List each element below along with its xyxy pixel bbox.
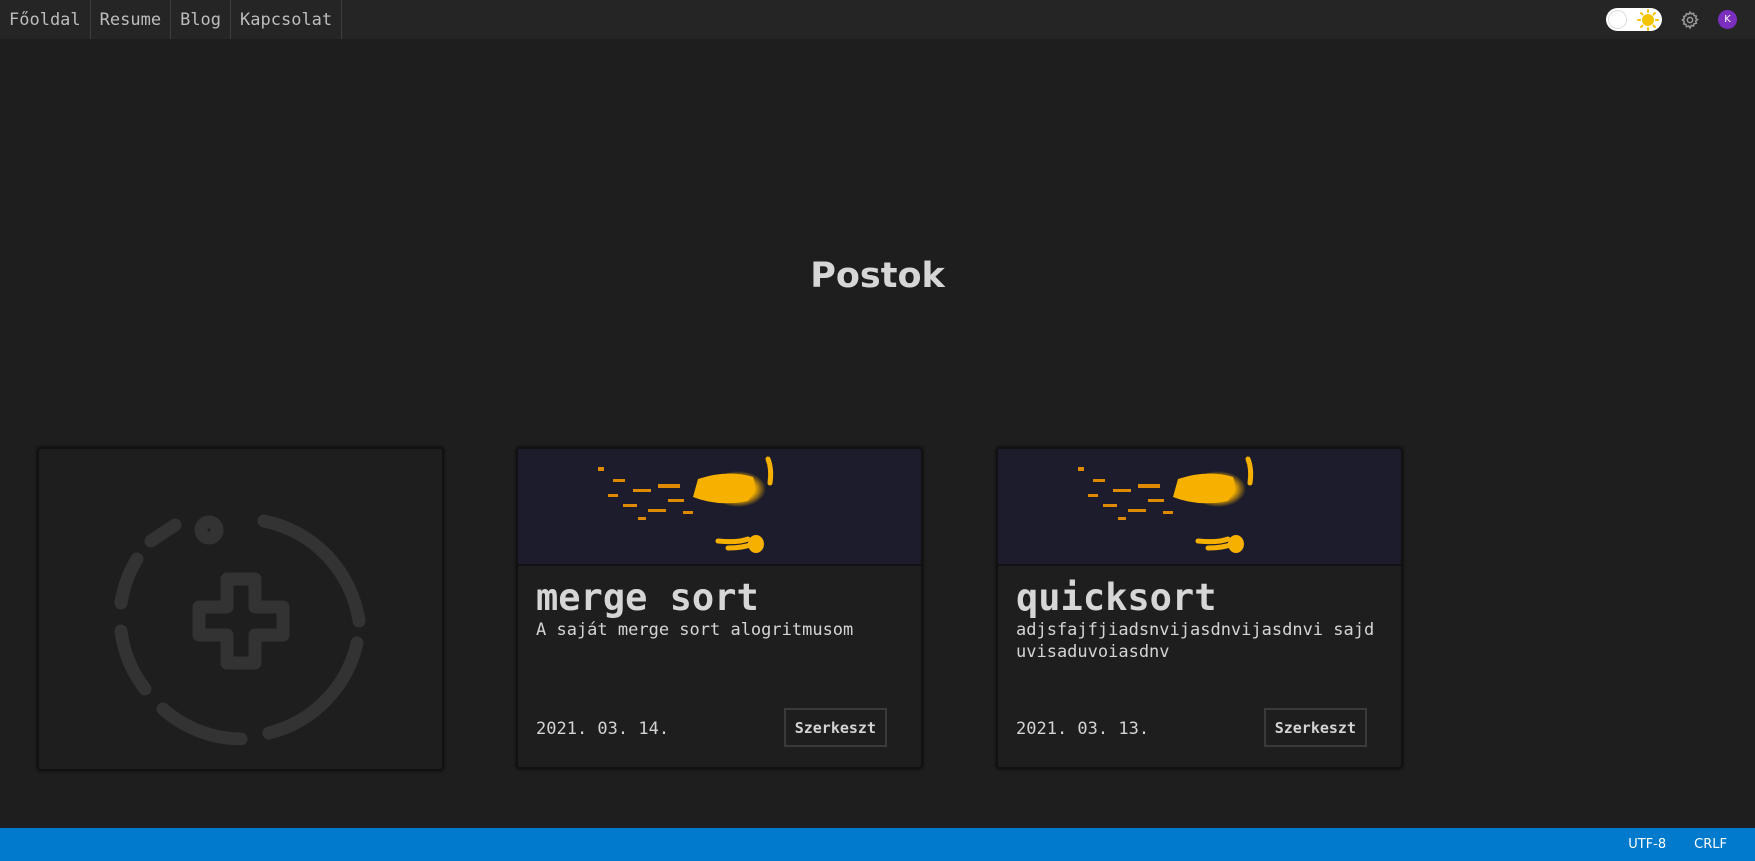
post-card-quicksort[interactable]: quicksort adjsfajfjiadsnvijasdnvijasdnvi…	[996, 447, 1403, 769]
edit-button[interactable]: Szerkeszt	[783, 708, 887, 747]
status-bar: UTF-8 CRLF	[0, 828, 1755, 861]
avatar[interactable]: K	[1718, 10, 1737, 29]
new-post-card[interactable]	[37, 447, 444, 771]
edit-button[interactable]: Szerkeszt	[1263, 708, 1367, 747]
gear-icon[interactable]	[1680, 10, 1700, 30]
post-description: adjsfajfjiadsnvijasdnvijasdnvi sajduvisa…	[1016, 620, 1375, 662]
page-title: Postok	[810, 256, 945, 296]
post-date: 2021. 03. 14.	[536, 719, 670, 739]
tab-blog[interactable]: Blog	[171, 0, 232, 39]
post-thumbnail	[998, 449, 1401, 566]
theme-toggle[interactable]	[1606, 8, 1662, 31]
sun-icon	[1637, 9, 1659, 35]
header-actions: K	[1606, 0, 1755, 39]
tab-resume[interactable]: Resume	[91, 0, 172, 39]
post-title: merge sort	[536, 576, 759, 619]
post-description: A saját merge sort alogritmusom	[536, 620, 854, 640]
post-card-merge-sort[interactable]: merge sort A saját merge sort alogritmus…	[516, 447, 923, 769]
post-title: quicksort	[1016, 576, 1217, 619]
post-date: 2021. 03. 13.	[1016, 719, 1150, 739]
add-circle-icon	[114, 514, 366, 745]
tab-home[interactable]: Főoldal	[0, 0, 91, 39]
encoding-indicator[interactable]: UTF-8	[1628, 837, 1666, 852]
line-ending-indicator[interactable]: CRLF	[1694, 837, 1727, 852]
top-nav-bar: Főoldal Resume Blog Kapcsolat K	[0, 0, 1755, 39]
tab-contact[interactable]: Kapcsolat	[231, 0, 343, 39]
toggle-knob	[1609, 11, 1626, 28]
post-thumbnail	[518, 449, 921, 566]
